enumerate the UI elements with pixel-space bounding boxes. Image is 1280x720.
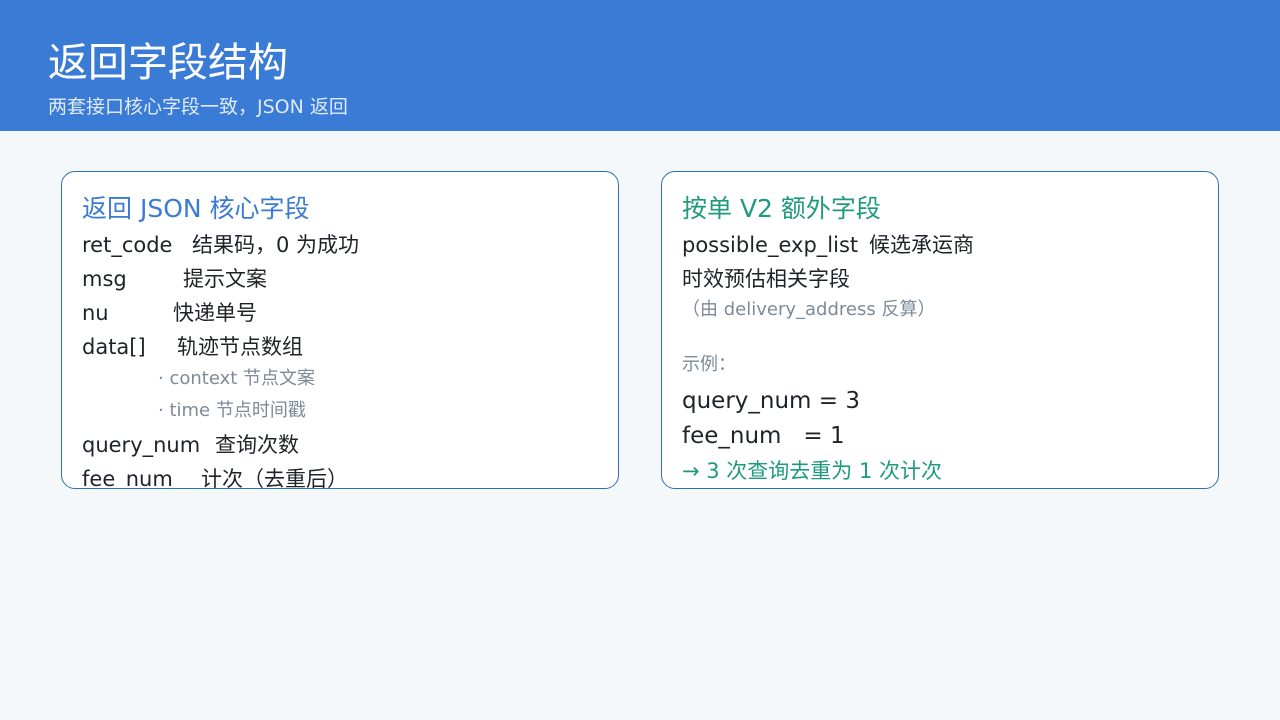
- example-fee-num: fee_num = 1: [682, 423, 845, 449]
- dedup-result: → 3 次查询去重为 1 次计次: [682, 459, 943, 483]
- field-key-possible-exp-list: possible_exp_list: [682, 233, 859, 257]
- field-key-query-num: query_num: [82, 433, 201, 457]
- subfield-context: · context 节点文案: [158, 368, 316, 389]
- subfield-time: · time 节点时间戳: [158, 400, 306, 421]
- timing-fields-note: （由 delivery_address 反算）: [682, 299, 936, 320]
- field-desc-possible-exp-list: 候选承运商: [869, 233, 974, 257]
- field-desc-nu: 快递单号: [173, 301, 257, 325]
- timing-fields-line: 时效预估相关字段: [682, 267, 850, 291]
- field-desc-msg: 提示文案: [183, 267, 267, 291]
- field-key-fee-num: fee_num: [82, 467, 173, 489]
- field-key-msg: msg: [82, 267, 127, 291]
- field-key-data: data[]: [82, 335, 146, 359]
- field-desc-data: 轨迹节点数组: [177, 335, 303, 359]
- field-desc-query-num: 查询次数: [215, 433, 299, 457]
- page-subtitle: 两套接口核心字段一致，JSON 返回: [48, 96, 348, 118]
- example-query-num: query_num = 3: [682, 388, 860, 414]
- field-desc-fee-num: 计次（去重后）: [201, 467, 348, 489]
- v2-extra-fields-card: 按单 V2 额外字段 possible_exp_list 候选承运商 时效预估相…: [661, 171, 1219, 489]
- example-label: 示例：: [682, 354, 736, 375]
- header-bar: 返回字段结构 两套接口核心字段一致，JSON 返回: [0, 0, 1280, 131]
- v2-extra-fields-card-title: 按单 V2 额外字段: [682, 194, 881, 223]
- field-key-nu: nu: [82, 301, 109, 325]
- page-title: 返回字段结构: [48, 40, 288, 86]
- core-fields-card-title: 返回 JSON 核心字段: [82, 194, 310, 223]
- field-key-ret-code: ret_code: [82, 233, 173, 257]
- core-fields-card: 返回 JSON 核心字段 ret_code 结果码，0 为成功 msg 提示文案…: [61, 171, 619, 489]
- field-desc-ret-code: 结果码，0 为成功: [192, 233, 360, 257]
